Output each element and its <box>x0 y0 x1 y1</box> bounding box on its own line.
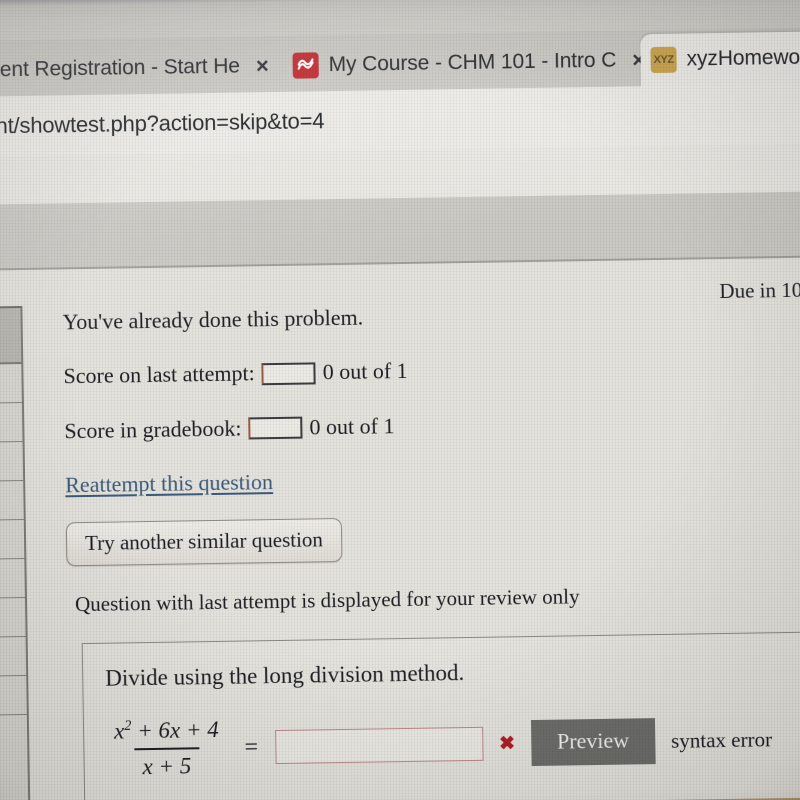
nav-item[interactable] <box>0 558 25 599</box>
numerator-variable: x <box>113 718 125 744</box>
question-panel: Divide using the long division method. x… <box>81 631 800 800</box>
nav-item[interactable] <box>0 364 22 404</box>
nav-item[interactable] <box>0 403 23 443</box>
already-done-message: You've already done this problem. <box>62 304 364 335</box>
tab-my-course-chm101[interactable]: My Course - CHM 101 - Intro C × <box>282 34 645 91</box>
course-nav-rail[interactable] <box>0 305 31 800</box>
try-another-similar-question-button[interactable]: Try another similar question <box>65 518 343 567</box>
tab-student-registration[interactable]: udent Registration - Start He × <box>0 40 269 97</box>
fraction-numerator: x2 + 6x + 4 <box>106 716 227 749</box>
question-prompt: Divide using the long division method. <box>105 660 465 691</box>
score-gradebook-label: Score in gradebook: <box>64 415 242 444</box>
tab-title: xyzHomewo <box>686 45 800 71</box>
score-gradebook-box <box>248 416 303 440</box>
equation-row: x2 + 6x + 4 x + 5 = ✖ Preview syntax err… <box>106 706 800 782</box>
nav-item[interactable] <box>0 597 26 638</box>
nav-item-active[interactable] <box>0 308 22 365</box>
assessment-content: You've already done this problem. Score … <box>62 298 800 800</box>
tab-title: udent Registration - Start He <box>0 54 241 82</box>
syntax-error-text: syntax error <box>670 727 773 753</box>
mymathlab-favicon-icon <box>292 52 319 79</box>
score-last-attempt-value: 0 out of 1 <box>322 358 408 385</box>
nav-item[interactable] <box>0 675 27 716</box>
nav-item[interactable] <box>0 519 25 560</box>
tab-xyzhomework[interactable]: XYZ xyzHomewo <box>640 31 800 87</box>
nav-item[interactable] <box>0 480 24 521</box>
preview-button[interactable]: Preview <box>530 718 656 767</box>
tab-title: My Course - CHM 101 - Intro C <box>328 48 617 77</box>
incorrect-mark-icon: ✖ <box>498 733 516 755</box>
tab-close-icon[interactable]: × <box>250 53 269 78</box>
nav-item[interactable] <box>0 715 27 755</box>
answer-input[interactable] <box>274 727 484 765</box>
numerator-rest: + 6x + 4 <box>131 717 219 744</box>
screen-photo: udent Registration - Start He × My Cours… <box>0 0 800 800</box>
score-last-attempt-label: Score on last attempt: <box>63 360 255 389</box>
score-gradebook-row: Score in gradebook: 0 out of 1 <box>64 406 800 444</box>
score-gradebook-value: 0 out of 1 <box>309 412 395 440</box>
browser-window: udent Registration - Start He × My Cours… <box>0 0 800 800</box>
xyz-favicon-icon: XYZ <box>650 46 677 74</box>
url-text: ent/showtest.php?action=skip&to=4 <box>0 108 325 139</box>
equals-sign: = <box>242 734 260 761</box>
nav-item[interactable] <box>0 636 27 677</box>
reattempt-question-link[interactable]: Reattempt this question <box>65 469 273 498</box>
score-last-attempt-box <box>261 361 316 385</box>
fraction-denominator: x + 5 <box>134 747 200 782</box>
rational-expression: x2 + 6x + 4 x + 5 <box>106 716 228 782</box>
score-last-attempt-row: Score on last attempt: 0 out of 1 <box>63 352 800 390</box>
page-viewport: Due in 10 You've already done this probl… <box>0 257 800 800</box>
nav-item[interactable] <box>0 441 24 482</box>
